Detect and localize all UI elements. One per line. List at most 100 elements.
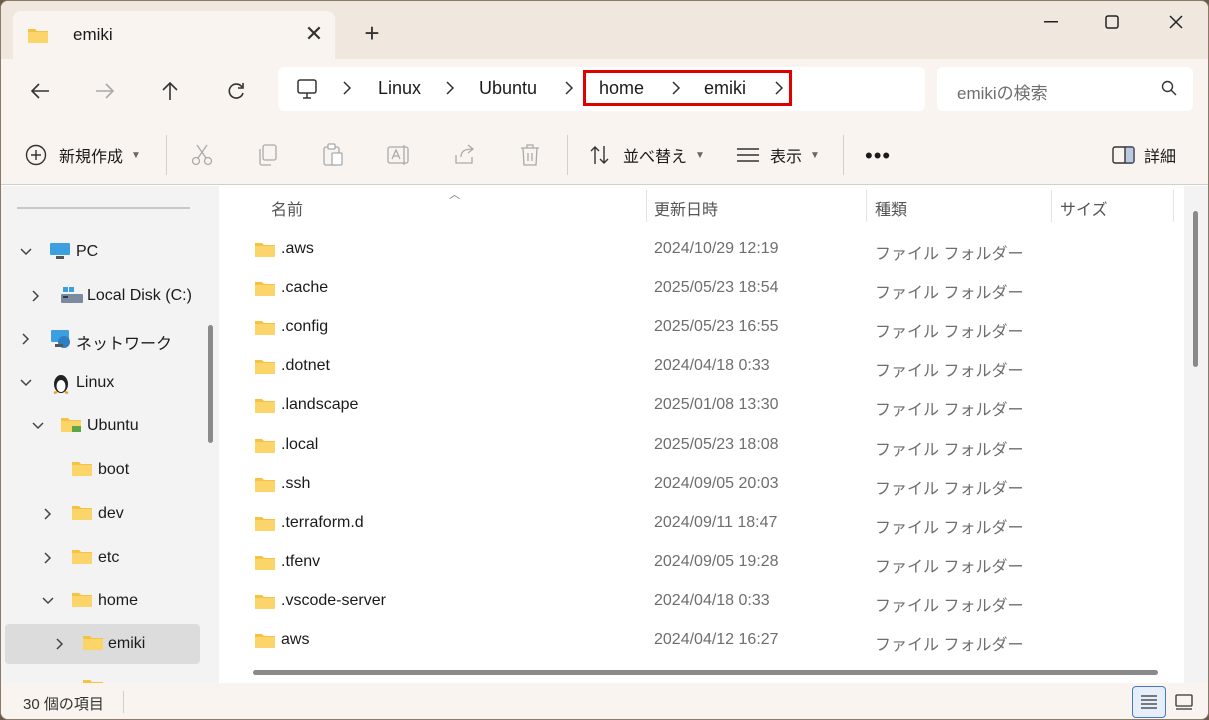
close-window-button[interactable] [1151,7,1201,37]
chevron-right-icon[interactable] [342,80,352,101]
table-row[interactable]: .tfenv 2024/09/05 19:28 ファイル フォルダー [229,544,1174,583]
sort-button[interactable]: 並べ替え ▼ [589,143,705,167]
file-date: 2024/04/18 0:33 [654,357,770,375]
address-bar[interactable]: Linux Ubuntu home emiki [278,67,925,111]
sidebar-item-label: Ubuntu [87,417,139,434]
search-box[interactable]: emikiの検索 [937,67,1193,111]
file-date: 2025/05/23 18:08 [654,435,779,453]
breadcrumb-ubuntu[interactable]: Ubuntu [479,78,537,99]
cut-icon[interactable] [191,143,213,172]
details-view-button[interactable] [1132,686,1166,718]
vertical-scrollbar[interactable] [1193,211,1198,367]
chevron-down-icon[interactable] [31,419,45,434]
column-divider[interactable] [866,190,867,222]
sidebar-item-etc[interactable]: etc [5,538,200,578]
table-row[interactable]: .aws 2024/10/29 12:19 ファイル フォルダー [229,231,1174,270]
table-row[interactable]: .terraform.d 2024/09/11 18:47 ファイル フォルダー [229,505,1174,544]
column-name[interactable]: 名前 [271,196,303,220]
folder-icon [254,436,276,459]
computer-icon [296,78,318,105]
sidebar-item-partial[interactable] [5,668,200,683]
chevron-right-icon[interactable] [55,637,65,654]
file-name: .local [281,435,319,453]
table-row[interactable]: aws 2024/04/12 16:27 ファイル フォルダー [229,622,1174,661]
share-icon[interactable] [453,143,477,172]
back-button[interactable] [22,73,58,109]
column-date[interactable]: 更新日時 [654,196,718,220]
column-header-row: ︿ 名前 更新日時 種類 サイズ [229,186,1184,228]
sidebar-item-label: PC [76,243,99,260]
horizontal-scrollbar[interactable] [253,670,1158,675]
sidebar-item-linux[interactable]: Linux [5,363,200,403]
chevron-right-icon[interactable] [564,80,574,101]
chevron-down-icon: ▼ [131,149,141,161]
trash-icon[interactable] [519,143,541,172]
sidebar-item-pc[interactable]: PC [5,232,200,272]
new-tab-button[interactable]: + [357,19,387,49]
chevron-right-icon[interactable] [31,289,41,306]
table-row[interactable]: .ssh 2024/09/05 20:03 ファイル フォルダー [229,466,1174,505]
paste-icon[interactable] [322,143,344,172]
chevron-right-icon[interactable] [43,551,53,568]
list-view-icon [1141,695,1157,709]
chevron-down-icon[interactable] [41,594,55,609]
table-row[interactable]: .cache 2025/05/23 18:54 ファイル フォルダー [229,270,1174,309]
command-bar: 新規作成 ▼ 並べ替え ▼ 表示 ▼ ••• 詳細 [1,123,1208,185]
breadcrumb-linux[interactable]: Linux [378,78,421,99]
sidebar-item-label: dev [98,505,124,522]
column-divider[interactable] [1173,190,1174,222]
new-label: 新規作成 [59,149,124,166]
view-button[interactable]: 表示 ▼ [736,143,820,167]
folder-icon [254,396,276,419]
column-type[interactable]: 種類 [875,196,907,220]
new-button[interactable]: 新規作成 ▼ [25,143,141,167]
table-row[interactable]: .vscode-server 2024/04/18 0:33 ファイル フォルダー [229,583,1174,622]
title-bar: emiki ✕ + [1,1,1208,59]
details-pane-button[interactable]: 詳細 [1112,143,1176,167]
sidebar-item-local-disk[interactable]: Local Disk (C:) [5,276,200,316]
maximize-button[interactable] [1087,7,1137,37]
divider [843,135,844,175]
chevron-right-icon[interactable] [43,507,53,524]
sidebar-item-ubuntu[interactable]: Ubuntu [5,406,200,446]
column-divider[interactable] [1051,190,1052,222]
chevron-right-icon[interactable] [21,332,31,349]
sidebar-item-emiki[interactable]: emiki [5,624,200,664]
tiles-view-icon [1175,694,1193,710]
chevron-right-icon[interactable] [445,80,455,101]
refresh-button[interactable] [218,73,254,109]
column-divider[interactable] [646,190,647,222]
table-row[interactable]: .local 2025/05/23 18:08 ファイル フォルダー [229,427,1174,466]
more-options-button[interactable]: ••• [865,143,891,169]
sidebar-item-boot[interactable]: boot [5,450,200,490]
sidebar-item-network[interactable]: ネットワーク [5,319,200,359]
copy-icon[interactable] [257,143,279,172]
file-type: ファイル フォルダー [875,246,1024,263]
table-row[interactable]: .landscape 2025/01/08 13:30 ファイル フォルダー [229,387,1174,426]
chevron-down-icon[interactable] [19,376,33,391]
tab-emiki[interactable]: emiki ✕ [13,11,335,59]
up-button[interactable] [152,73,188,109]
table-row[interactable]: .dotnet 2024/04/18 0:33 ファイル フォルダー [229,348,1174,387]
close-tab-icon[interactable]: ✕ [301,21,327,47]
minimize-button[interactable] [1026,7,1076,37]
navigation-bar: Linux Ubuntu home emiki emikiの検索 [1,59,1208,123]
search-placeholder: emikiの検索 [957,84,1048,103]
forward-button[interactable] [87,73,123,109]
tab-title: emiki [73,25,113,44]
column-size[interactable]: サイズ [1060,196,1108,220]
sidebar-item-label: boot [98,461,130,478]
file-date: 2024/04/18 0:33 [654,591,770,609]
divider [567,135,568,175]
sidebar-scrollbar[interactable] [208,325,213,443]
rename-icon[interactable] [387,143,411,172]
file-date: 2024/04/12 16:27 [654,631,779,648]
file-name: .cache [281,279,329,297]
sidebar-item-home[interactable]: home [5,581,200,621]
sidebar-item-dev[interactable]: dev [5,494,200,534]
table-row[interactable]: .config 2025/05/23 16:55 ファイル フォルダー [229,309,1174,348]
tiles-view-button[interactable] [1167,686,1201,718]
folder-icon [71,459,93,482]
chevron-down-icon[interactable] [19,245,33,260]
ellipsis-icon: ••• [865,143,892,168]
